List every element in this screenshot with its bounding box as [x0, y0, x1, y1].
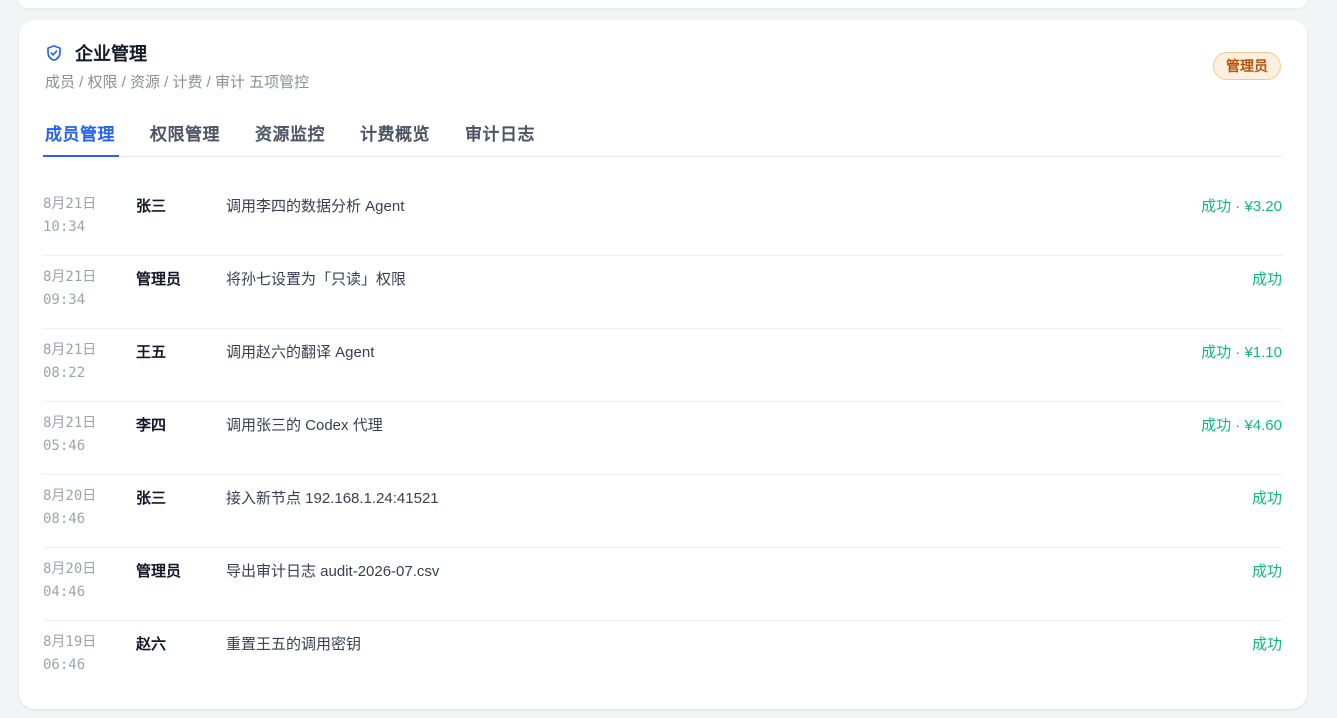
list-item: 8月21日 10:34 张三 调用李四的数据分析 Agent 成功 · ¥3.20 — [43, 183, 1282, 256]
clock-time: 04:46 — [43, 584, 86, 600]
status-text: 成功 · ¥1.10 — [1201, 344, 1282, 361]
shield-check-icon — [45, 44, 63, 62]
tab-permissions[interactable]: 权限管理 — [150, 108, 220, 156]
status-text: 成功 — [1251, 271, 1282, 288]
timestamp: 8月21日 05:46 — [43, 412, 113, 458]
list-item: 8月21日 05:46 李四 调用张三的 Codex 代理 成功 · ¥4.60 — [43, 402, 1282, 475]
action-description: 重置王五的调用密钥 — [226, 636, 362, 653]
list-item: 8月21日 09:34 管理员 将孙七设置为「只读」权限 成功 — [43, 256, 1282, 329]
action-description: 接入新节点 192.168.1.24:41521 — [226, 490, 439, 507]
actor-name: 李四 — [136, 417, 167, 434]
timestamp: 8月21日 10:34 — [43, 193, 113, 239]
action-description: 调用赵六的翻译 Agent — [226, 344, 375, 361]
status-text: 成功 — [1251, 636, 1282, 653]
date: 8月21日 — [43, 415, 97, 431]
date: 8月21日 — [43, 342, 97, 358]
previous-card-edge — [19, 0, 1307, 8]
list-item: 8月20日 08:46 张三 接入新节点 192.168.1.24:41521 成… — [43, 475, 1282, 548]
tab-bar: 成员管理 权限管理 资源监控 计费概览 审计日志 — [43, 108, 1282, 157]
panel-header: 企业管理 成员 / 权限 / 资源 / 计费 / 审计 五项管控 管理员 — [45, 40, 1281, 100]
timestamp: 8月20日 08:46 — [43, 485, 113, 531]
action-description: 导出审计日志 audit-2026-07.csv — [226, 563, 440, 580]
status-text: 成功 · ¥4.60 — [1201, 417, 1282, 434]
page-subtitle: 成员 / 权限 / 资源 / 计费 / 审计 五项管控 — [45, 74, 310, 91]
status-text: 成功 — [1251, 490, 1282, 507]
list-item: 8月19日 06:46 赵六 重置王五的调用密钥 成功 — [43, 621, 1282, 693]
status-text: 成功 — [1251, 563, 1282, 580]
tab-members[interactable]: 成员管理 — [43, 108, 119, 157]
clock-time: 08:22 — [43, 365, 86, 381]
actor-name: 管理员 — [136, 271, 182, 288]
date: 8月20日 — [43, 488, 97, 504]
timestamp: 8月21日 09:34 — [43, 266, 113, 312]
activity-log-list: 8月21日 10:34 张三 调用李四的数据分析 Agent 成功 · ¥3.20… — [43, 183, 1282, 693]
list-item: 8月20日 04:46 管理员 导出审计日志 audit-2026-07.csv … — [43, 548, 1282, 621]
date: 8月20日 — [43, 561, 97, 577]
actor-name: 赵六 — [136, 636, 167, 653]
list-item: 8月21日 08:22 王五 调用赵六的翻译 Agent 成功 · ¥1.10 — [43, 329, 1282, 402]
action-description: 调用李四的数据分析 Agent — [226, 198, 405, 215]
tab-audit-log[interactable]: 审计日志 — [465, 108, 535, 156]
action-description: 将孙七设置为「只读」权限 — [226, 271, 407, 288]
clock-time: 10:34 — [43, 219, 86, 235]
timestamp: 8月20日 04:46 — [43, 558, 113, 604]
status-text: 成功 · ¥3.20 — [1201, 198, 1282, 215]
timestamp: 8月21日 08:22 — [43, 339, 113, 385]
timestamp: 8月19日 06:46 — [43, 631, 113, 677]
role-badge: 管理员 — [1213, 52, 1281, 80]
clock-time: 06:46 — [43, 657, 86, 673]
actor-name: 张三 — [136, 490, 167, 507]
actor-name: 王五 — [136, 344, 167, 361]
clock-time: 08:46 — [43, 511, 86, 527]
page-title: 企业管理 — [75, 44, 147, 64]
date: 8月19日 — [43, 634, 97, 650]
title-row: 企业管理 — [45, 40, 1281, 66]
action-description: 调用张三的 Codex 代理 — [226, 417, 383, 434]
date: 8月21日 — [43, 196, 97, 212]
actor-name: 张三 — [136, 198, 167, 215]
clock-time: 05:46 — [43, 438, 86, 454]
date: 8月21日 — [43, 269, 97, 285]
tab-billing[interactable]: 计费概览 — [360, 108, 430, 156]
clock-time: 09:34 — [43, 292, 86, 308]
tab-resources[interactable]: 资源监控 — [255, 108, 325, 156]
enterprise-management-panel: 企业管理 成员 / 权限 / 资源 / 计费 / 审计 五项管控 管理员 成员管… — [19, 20, 1307, 709]
actor-name: 管理员 — [136, 563, 182, 580]
